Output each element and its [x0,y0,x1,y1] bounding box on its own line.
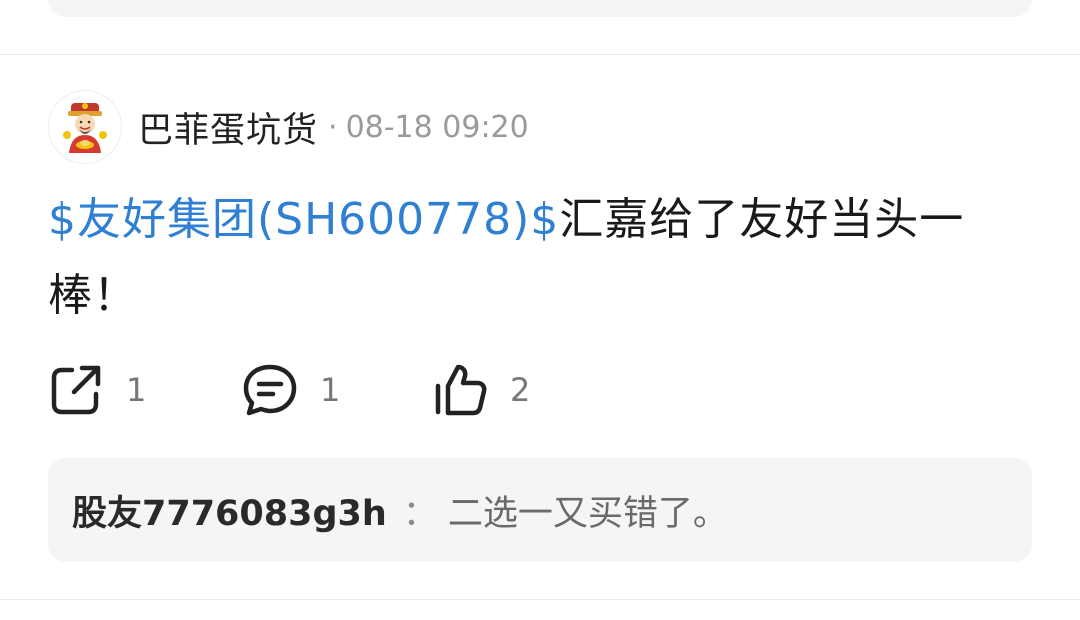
share-button[interactable]: 1 [48,362,242,418]
post-meta: · 08-18 09:20 [328,110,529,145]
share-count: 1 [126,371,147,409]
previous-reply-box [48,0,1032,17]
post-content[interactable]: $友好集团(SH600778)$汇嘉给了友好当头一棒！ [48,182,1032,334]
like-count: 2 [510,371,531,409]
reply-preview[interactable]: 股友7776083g3h ： 二选一又买错了。 [48,458,1032,562]
avatar[interactable] [48,90,122,164]
author-name[interactable]: 巴菲蛋坑货 [138,102,318,153]
comment-button[interactable]: 1 [242,362,432,418]
post-header: 巴菲蛋坑货 · 08-18 09:20 [48,90,529,164]
stock-link[interactable]: $友好集团(SH600778)$ [48,194,559,245]
reply-separator: ： [402,493,438,534]
divider [0,54,1080,55]
thumbs-up-icon [435,364,487,416]
reply-text: 二选一又买错了。 [447,493,728,534]
comment-icon [243,364,297,416]
comment-count: 1 [320,371,341,409]
action-bar: 1 1 2 [48,362,530,418]
reply-username[interactable]: 股友7776083g3h [72,485,387,536]
post-timestamp: 08-18 09:20 [345,109,529,145]
share-icon [51,365,101,415]
caishen-avatar-icon [49,91,121,163]
meta-separator: · [328,109,338,145]
divider [0,599,1080,600]
post-card[interactable]: 巴菲蛋坑货 · 08-18 09:20 $友好集团(SH600778)$汇嘉给了… [0,56,1080,600]
like-button[interactable]: 2 [432,362,530,418]
